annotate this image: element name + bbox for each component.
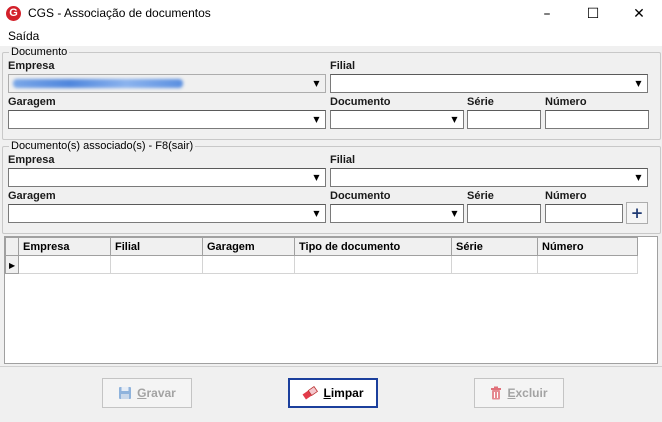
col-garagem[interactable]: Garagem (202, 237, 295, 256)
floppy-disk-icon (118, 386, 132, 400)
assoc-documento-select[interactable]: ▼ (330, 204, 464, 223)
chevron-down-icon[interactable]: ▼ (630, 75, 647, 92)
assoc-documento-label: Documento (330, 190, 391, 202)
grid-table: Empresa Filial Garagem Tipo de documento… (5, 237, 638, 274)
table-row[interactable]: ▶ (5, 255, 638, 274)
assoc-filial-label: Filial (330, 154, 356, 166)
table-cell[interactable] (537, 255, 638, 274)
assoc-empresa-label: Empresa (8, 154, 55, 166)
maximize-button[interactable]: ☐ (570, 0, 616, 28)
table-cell[interactable] (451, 255, 538, 274)
chevron-down-icon[interactable]: ▼ (630, 169, 647, 186)
excluir-button[interactable]: Excluir (474, 378, 564, 408)
col-tipo-documento[interactable]: Tipo de documento (294, 237, 452, 256)
chevron-down-icon[interactable]: ▼ (308, 75, 325, 92)
chevron-down-icon[interactable]: ▼ (308, 169, 325, 186)
numero-label: Número (545, 96, 587, 108)
eraser-icon (302, 386, 319, 400)
table-cell[interactable] (294, 255, 452, 274)
title-bar: G CGS - Associação de documentos – ☐ ✕ (0, 0, 662, 28)
garagem-label: Garagem (8, 96, 56, 108)
grid-header-row: Empresa Filial Garagem Tipo de documento… (5, 237, 638, 256)
assoc-numero-input[interactable] (545, 204, 623, 223)
documento-label: Documento (330, 96, 391, 108)
serie-input[interactable] (467, 110, 541, 129)
chevron-down-icon[interactable]: ▼ (446, 111, 463, 128)
assoc-filial-select[interactable]: ▼ (330, 168, 648, 187)
row-pointer-icon: ▶ (5, 255, 19, 274)
filial-select[interactable]: ▼ (330, 74, 648, 93)
chevron-down-icon[interactable]: ▼ (308, 205, 325, 222)
limpar-label: Limpar (323, 386, 364, 400)
col-empresa[interactable]: Empresa (18, 237, 111, 256)
menu-bar: Saída (0, 28, 662, 46)
documento-legend: Documento (11, 46, 68, 58)
table-cell[interactable] (202, 255, 295, 274)
plus-icon: + (630, 204, 644, 222)
empresa-label: Empresa (8, 60, 55, 72)
associados-legend: Documento(s) associado(s) - F8(sair) (11, 140, 194, 152)
assoc-garagem-label: Garagem (8, 190, 56, 202)
gravar-button[interactable]: Gravar (102, 378, 192, 408)
assoc-numero-label: Número (545, 190, 587, 202)
serie-label: Série (467, 96, 494, 108)
assoc-garagem-select[interactable]: ▼ (8, 204, 326, 223)
assoc-empresa-select[interactable]: ▼ (8, 168, 326, 187)
footer-separator (0, 366, 662, 367)
trash-icon (490, 386, 502, 400)
minimize-button[interactable]: – (524, 0, 570, 28)
empresa-value-redacted (13, 79, 183, 88)
filial-label: Filial (330, 60, 356, 72)
assoc-serie-input[interactable] (467, 204, 541, 223)
add-associado-button[interactable]: + (626, 202, 648, 224)
table-cell[interactable] (18, 255, 111, 274)
grid-corner (5, 237, 19, 256)
menu-item-saida[interactable]: Saída (8, 29, 39, 43)
garagem-select[interactable]: ▼ (8, 110, 326, 129)
gravar-label: Gravar (137, 386, 176, 400)
chevron-down-icon[interactable]: ▼ (308, 111, 325, 128)
col-serie[interactable]: Série (451, 237, 538, 256)
assoc-serie-label: Série (467, 190, 494, 202)
col-numero[interactable]: Número (537, 237, 638, 256)
window-title: CGS - Associação de documentos (28, 6, 211, 20)
excluir-label: Excluir (507, 386, 548, 400)
table-cell[interactable] (110, 255, 203, 274)
documento-select[interactable]: ▼ (330, 110, 464, 129)
col-filial[interactable]: Filial (110, 237, 203, 256)
limpar-button[interactable]: Limpar (288, 378, 378, 408)
empresa-select[interactable]: ▼ (8, 74, 326, 93)
close-button[interactable]: ✕ (616, 0, 662, 28)
chevron-down-icon[interactable]: ▼ (446, 205, 463, 222)
app-logo-icon: G (6, 6, 21, 21)
numero-input[interactable] (545, 110, 649, 129)
documentos-grid[interactable]: Empresa Filial Garagem Tipo de documento… (4, 236, 658, 364)
